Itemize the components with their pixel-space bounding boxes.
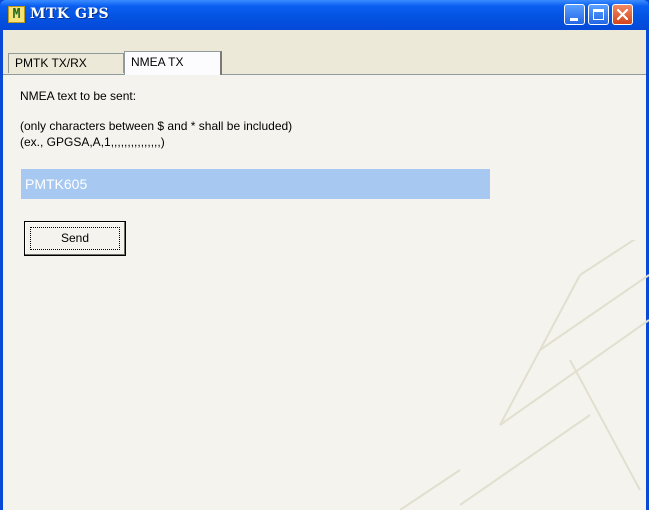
watermark [399,240,649,510]
nmea-text-input[interactable] [21,169,490,199]
send-label: Send [60,231,90,245]
app-icon: M [8,6,25,23]
minimize-button[interactable] [564,4,585,25]
title-bar[interactable]: M MTK GPS [0,0,649,30]
tab-pmtk-txrx[interactable]: PMTK TX/RX [8,53,124,73]
window-title: MTK GPS [30,6,110,22]
app-window: M MTK GPS PMTK TX/RX NMEA TX NMEA text t… [0,0,649,510]
maximize-icon [593,9,604,20]
close-button[interactable] [612,4,633,25]
tab-nmea-tx[interactable]: NMEA TX [124,51,222,75]
tab-strip: PMTK TX/RX NMEA TX [3,30,646,76]
close-icon [616,8,629,21]
hint-line-1: (only characters between $ and * shall b… [20,119,293,133]
send-button[interactable]: Send [24,221,126,256]
nmea-text-label: NMEA text to be sent: [20,89,137,103]
tab-label: PMTK TX/RX [15,56,87,70]
tab-label: NMEA TX [131,55,184,69]
maximize-button[interactable] [588,4,609,25]
minimize-icon [570,18,578,21]
hint-line-2: (ex., GPGSA,A,1,,,,,,,,,,,,,,,) [20,135,165,149]
